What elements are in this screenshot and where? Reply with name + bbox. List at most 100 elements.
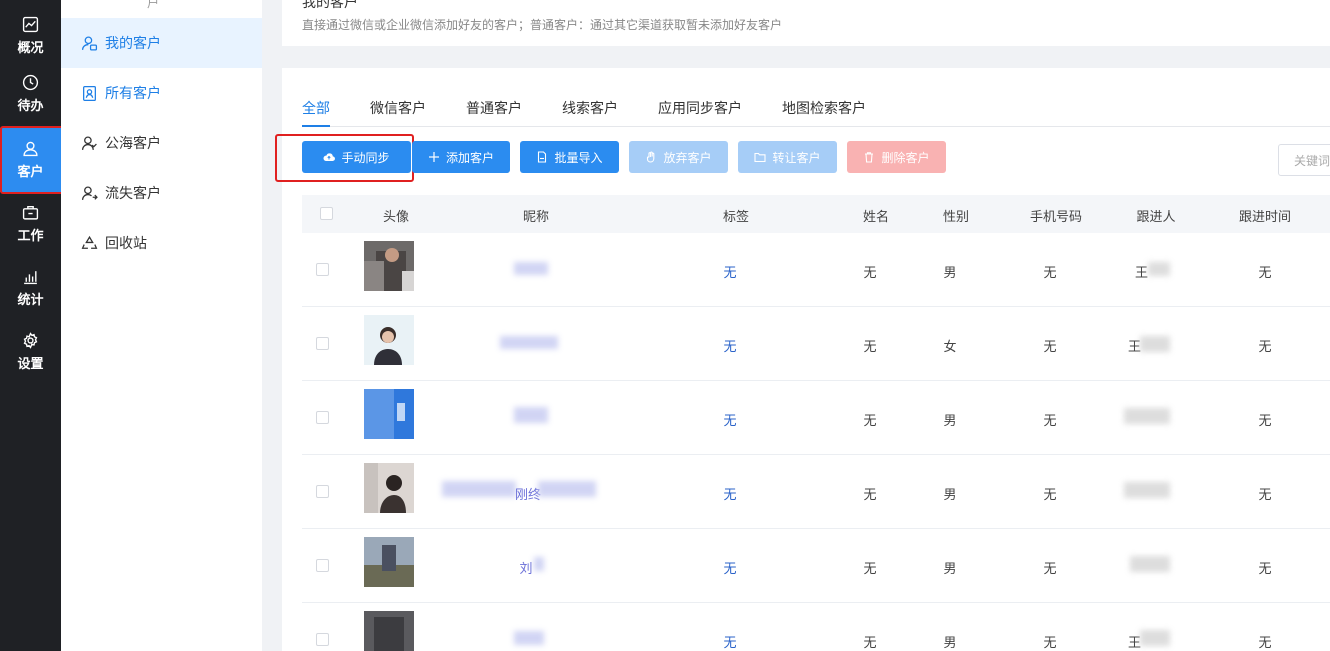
table-header: 头像 昵称 标签 姓名 性别 手机号码 跟进人 跟进时间 — [302, 195, 1330, 233]
user-group-icon — [81, 135, 97, 150]
keyword-search-input[interactable]: 关键词 — [1278, 144, 1330, 176]
add-customer-label: 添加客户 — [445, 150, 494, 165]
masked-nickname — [514, 631, 544, 645]
submenu-recycle-bin[interactable]: 回收站 — [61, 218, 262, 268]
avatar — [364, 611, 414, 651]
masked-follower — [1148, 262, 1170, 276]
cell-name: 无 — [863, 340, 877, 355]
manual-sync-button[interactable]: 手动同步 — [302, 141, 411, 173]
masked-nickname — [534, 557, 544, 571]
cell-phone: 无 — [1043, 340, 1057, 355]
table-row[interactable]: 无 无 男 无 无 — [302, 381, 1330, 455]
cell-tag[interactable]: 无 — [723, 484, 736, 503]
main-nav-rail: 概况 待办 客户 工作 统计 设置 — [0, 0, 61, 651]
table-row[interactable]: 无 无 女 无 王 无 — [302, 307, 1330, 381]
th-phone: 手机号码 — [1029, 210, 1083, 225]
row-checkbox[interactable] — [316, 485, 329, 498]
folder-icon — [754, 152, 767, 163]
submenu-public-customers[interactable]: 公海客户 — [61, 118, 262, 168]
row-checkbox[interactable] — [316, 411, 329, 424]
masked-follower — [1140, 630, 1170, 646]
nav-todo-label: 待办 — [17, 99, 44, 114]
th-follower: 跟进人 — [1136, 210, 1176, 225]
submenu-label: 流失客户 — [105, 186, 161, 202]
cell-tag[interactable]: 无 — [723, 632, 736, 651]
tab-app-sync[interactable]: 应用同步客户 — [658, 98, 742, 118]
cell-tag[interactable]: 无 — [723, 336, 736, 355]
cell-tag[interactable]: 无 — [723, 262, 736, 281]
submenu-my-customers[interactable]: 我的客户 — [61, 18, 262, 68]
add-customer-button[interactable]: 添加客户 — [412, 141, 510, 173]
page-header-card: 我的客户 直接通过微信或企业微信添加好友的客户；普通客户：通过其它渠道获取暂未添… — [282, 0, 1330, 46]
delete-customer-button[interactable]: 删除客户 — [847, 141, 946, 173]
masked-nickname — [442, 481, 516, 497]
cell-tag[interactable]: 无 — [723, 558, 736, 577]
th-name: 姓名 — [862, 210, 890, 225]
avatar — [364, 389, 414, 439]
th-nickname: 昵称 — [522, 210, 550, 225]
cell-gender: 男 — [943, 266, 957, 281]
nav-todo[interactable]: 待办 — [0, 62, 61, 126]
row-checkbox[interactable] — [316, 633, 329, 646]
customer-list-card: 全部 微信客户 普通客户 线索客户 应用同步客户 地图检索客户 手动同步 添加客… — [275, 68, 1330, 651]
cell-name: 无 — [863, 562, 877, 577]
tab-active-indicator — [302, 125, 330, 127]
cell-follow-time: 无 — [1258, 562, 1272, 577]
cell-follow-time: 无 — [1258, 636, 1272, 651]
table-row[interactable]: 无 无 男 无 王 无 — [302, 233, 1330, 307]
user-icon — [23, 141, 38, 157]
tab-normal[interactable]: 普通客户 — [466, 98, 522, 118]
cell-phone: 无 — [1043, 266, 1057, 281]
clock-icon — [22, 74, 39, 91]
page-title: 我的客户 — [302, 0, 358, 11]
nav-customers[interactable]: 客户 — [0, 128, 61, 192]
tab-map-search[interactable]: 地图检索客户 — [782, 98, 866, 118]
row-checkbox[interactable] — [316, 263, 329, 276]
submenu-lost-customers[interactable]: 流失客户 — [61, 168, 262, 218]
cell-nickname: 刘 — [519, 562, 533, 577]
customer-tabs: 全部 微信客户 普通客户 线索客户 应用同步客户 地图检索客户 — [302, 94, 1330, 127]
tab-leads[interactable]: 线索客户 — [562, 98, 618, 118]
cell-tag[interactable]: 无 — [723, 410, 736, 429]
cell-gender: 男 — [943, 414, 957, 429]
nav-work[interactable]: 工作 — [0, 192, 61, 256]
th-tag: 标签 — [722, 210, 750, 225]
customer-submenu: 户 我的客户 所有客户 公海客户 流失客户 回收站 — [61, 0, 262, 651]
cell-name: 无 — [863, 266, 877, 281]
cell-follow-time: 无 — [1258, 488, 1272, 503]
cell-phone: 无 — [1043, 488, 1057, 503]
transfer-customer-button[interactable]: 转让客户 — [738, 141, 837, 173]
nav-overview[interactable]: 概况 — [0, 4, 61, 68]
cell-follow-time: 无 — [1258, 340, 1272, 355]
recycle-icon — [81, 235, 98, 249]
cell-follower: 王 — [1135, 266, 1149, 281]
table-row[interactable]: 刘 无 无 男 无 无 — [302, 529, 1330, 603]
th-gender: 性别 — [942, 210, 970, 225]
nav-settings-label: 设置 — [17, 357, 44, 372]
tab-wechat[interactable]: 微信客户 — [370, 98, 426, 118]
nav-stats[interactable]: 统计 — [0, 256, 61, 320]
tab-all[interactable]: 全部 — [302, 98, 330, 118]
cell-follow-time: 无 — [1258, 414, 1272, 429]
row-checkbox[interactable] — [316, 337, 329, 350]
cell-follow-time: 无 — [1258, 266, 1272, 281]
submenu-label: 回收站 — [105, 236, 147, 252]
masked-follower — [1124, 482, 1170, 498]
masked-follower — [1140, 336, 1170, 352]
cell-name: 无 — [863, 488, 877, 503]
cell-phone: 无 — [1043, 562, 1057, 577]
table-row[interactable]: 刚终 无 无 男 无 无 — [302, 455, 1330, 529]
cell-gender: 女 — [943, 340, 957, 355]
table-row[interactable]: 无 无 男 无 王 无 — [302, 603, 1330, 651]
nav-settings[interactable]: 设置 — [0, 320, 61, 384]
select-all-checkbox[interactable] — [320, 207, 333, 220]
contact-book-icon — [83, 85, 96, 101]
masked-nickname — [500, 336, 558, 349]
batch-import-label: 批量导入 — [554, 150, 603, 165]
user-leave-icon — [81, 185, 98, 200]
row-checkbox[interactable] — [316, 559, 329, 572]
submenu-all-customers[interactable]: 所有客户 — [61, 68, 262, 118]
batch-import-button[interactable]: 批量导入 — [520, 141, 619, 173]
submenu-label: 我的客户 — [105, 36, 161, 52]
abandon-customer-button[interactable]: 放弃客户 — [629, 141, 728, 173]
